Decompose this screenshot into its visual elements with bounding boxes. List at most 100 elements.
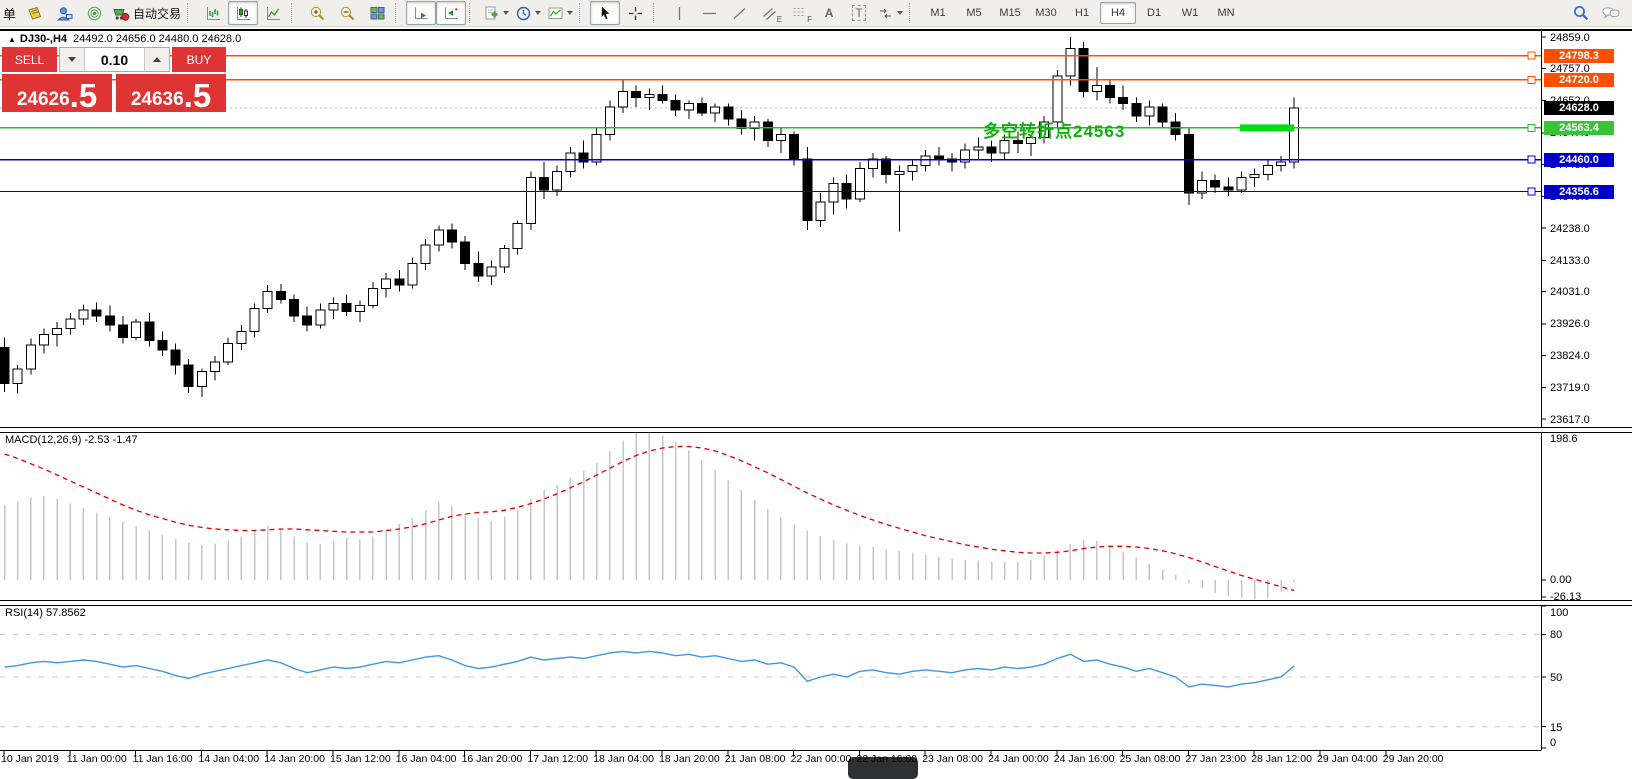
date-label: 22 Jan 16:00 [856, 753, 917, 765]
chart-shift-icon [443, 5, 460, 22]
periods-button[interactable] [512, 1, 544, 25]
autotrading-cart-icon [112, 5, 130, 22]
timeframe-button-m15[interactable]: M15 [992, 2, 1028, 24]
date-label: 22 Jan 00:00 [791, 753, 852, 765]
signal-button[interactable] [79, 1, 109, 25]
line-chart-icon [265, 5, 282, 22]
date-label: 14 Jan 20:00 [264, 753, 325, 765]
chat-button[interactable] [1596, 1, 1626, 25]
ohlc-values: 24492.0 24656.0 24480.0 24628.0 [73, 33, 241, 45]
indicators-icon [483, 5, 500, 22]
chart-text-annotation[interactable]: 多空转折点24563 [983, 117, 1125, 142]
chart-canvas[interactable] [0, 27, 1632, 779]
triangle-down-icon [68, 57, 76, 62]
timeframe-button-m5[interactable]: M5 [956, 2, 992, 24]
chevron-down-icon [567, 11, 573, 15]
crosshair-icon [627, 5, 644, 22]
trendline-tool-button[interactable] [724, 1, 754, 25]
hline-tool-button[interactable] [694, 1, 724, 25]
chart-region[interactable]: ▲DJ30-,H424492.0 24656.0 24480.0 24628.0… [0, 27, 1632, 779]
zoom-out-button[interactable] [332, 1, 362, 25]
bar-chart-button[interactable] [198, 1, 228, 25]
toolbar-separator [291, 3, 298, 23]
arrows-tool-button[interactable] [874, 1, 906, 25]
sell-price[interactable]: 24626.5 [2, 74, 112, 112]
price-tick-label: 24859.0 [1550, 32, 1590, 44]
channel-tool-button[interactable]: E [754, 1, 784, 25]
macd-scale-label: 198.6 [1550, 433, 1578, 445]
date-label: 10 Jan 2019 [1, 753, 59, 765]
indicators-button[interactable] [480, 1, 512, 25]
vline-tool-button[interactable] [664, 1, 694, 25]
date-label: 28 Jan 12:00 [1251, 753, 1312, 765]
date-label: 16 Jan 20:00 [462, 753, 523, 765]
timeframe-button-h4[interactable]: H4 [1100, 2, 1136, 24]
pane-splitter[interactable] [0, 427, 1632, 433]
autotrading-label: 自动交易 [133, 5, 181, 22]
pane-splitter[interactable] [0, 600, 1632, 606]
channel-icon [761, 5, 778, 22]
zoom-out-icon [339, 5, 356, 22]
chat-icon [1601, 4, 1621, 22]
chart-shift-button[interactable] [436, 1, 466, 25]
timeframe-button-m30[interactable]: M30 [1028, 2, 1064, 24]
rsi-scale-label: 80 [1550, 629, 1562, 641]
autoscroll-button[interactable] [406, 1, 436, 25]
date-label: 15 Jan 12:00 [330, 753, 391, 765]
macd-indicator-label: MACD(12,26,9) -2.53 -1.47 [5, 434, 138, 446]
timeframe-button-m1[interactable]: M1 [920, 2, 956, 24]
price-level-tag: 24563.4 [1544, 121, 1614, 135]
toolbar-separator [653, 3, 660, 23]
date-label: 18 Jan 20:00 [659, 753, 720, 765]
cursor-icon [597, 5, 614, 22]
text-tool-button[interactable]: A [814, 1, 844, 25]
journal-button[interactable] [19, 1, 49, 25]
candlestick-icon [235, 5, 252, 22]
search-button[interactable] [1566, 1, 1596, 25]
date-label: 29 Jan 20:00 [1383, 753, 1444, 765]
new-order-button[interactable]: 单 [2, 4, 19, 23]
buy-button[interactable]: BUY [172, 47, 226, 72]
profile-button[interactable] [49, 1, 79, 25]
date-label: 11 Jan 16:00 [133, 753, 193, 765]
price-tick-label: 23719.0 [1550, 382, 1590, 394]
time-scale[interactable]: 10 Jan 201911 Jan 00:0011 Jan 16:0014 Ja… [0, 753, 1541, 769]
rsi-scale-label: 15 [1550, 722, 1562, 734]
date-label: 14 Jan 04:00 [198, 753, 259, 765]
trading-terminal-window: 单 自动交易 [0, 0, 1632, 779]
fibonacci-tool-button[interactable]: F [784, 1, 814, 25]
text-label-icon: T [852, 5, 865, 21]
price-tick-label: 23617.0 [1550, 414, 1590, 426]
crosshair-button[interactable] [620, 1, 650, 25]
line-chart-button[interactable] [258, 1, 288, 25]
rsi-indicator-label: RSI(14) 57.8562 [5, 607, 86, 619]
zoom-in-icon [309, 5, 326, 22]
toolbar-separator [909, 3, 916, 23]
timeframe-button-h1[interactable]: H1 [1064, 2, 1100, 24]
chart-top-border [0, 29, 1632, 31]
user-icon [56, 5, 73, 22]
sell-button[interactable]: SELL [2, 47, 57, 72]
timeframe-button-mn[interactable]: MN [1208, 2, 1244, 24]
buy-price[interactable]: 24636.5 [116, 74, 226, 112]
vertical-line-icon [671, 5, 688, 22]
triangle-up-icon [153, 57, 161, 62]
sell-price-fraction: .5 [70, 82, 98, 109]
timeframe-button-d1[interactable]: D1 [1136, 2, 1172, 24]
collapse-arrow-icon[interactable]: ▲ [8, 35, 16, 44]
timeframe-button-w1[interactable]: W1 [1172, 2, 1208, 24]
zoom-in-button[interactable] [302, 1, 332, 25]
autotrading-button[interactable]: 自动交易 [109, 1, 184, 25]
candlestick-chart-button[interactable] [228, 1, 258, 25]
volume-decrease-button[interactable] [60, 48, 85, 71]
tile-windows-button[interactable] [362, 1, 392, 25]
volume-input[interactable]: 0.10 [85, 48, 144, 71]
price-scale[interactable]: 24859.024757.024652.024547.024445.024340… [1542, 27, 1632, 779]
price-tick-label: 24133.0 [1550, 255, 1590, 267]
label-tool-button[interactable]: T [844, 1, 874, 25]
templates-button[interactable] [544, 1, 576, 25]
date-label: 21 Jan 08:00 [725, 753, 786, 765]
volume-increase-button[interactable] [144, 48, 169, 71]
toolbar: 单 自动交易 [0, 0, 1632, 27]
cursor-button[interactable] [590, 1, 620, 25]
